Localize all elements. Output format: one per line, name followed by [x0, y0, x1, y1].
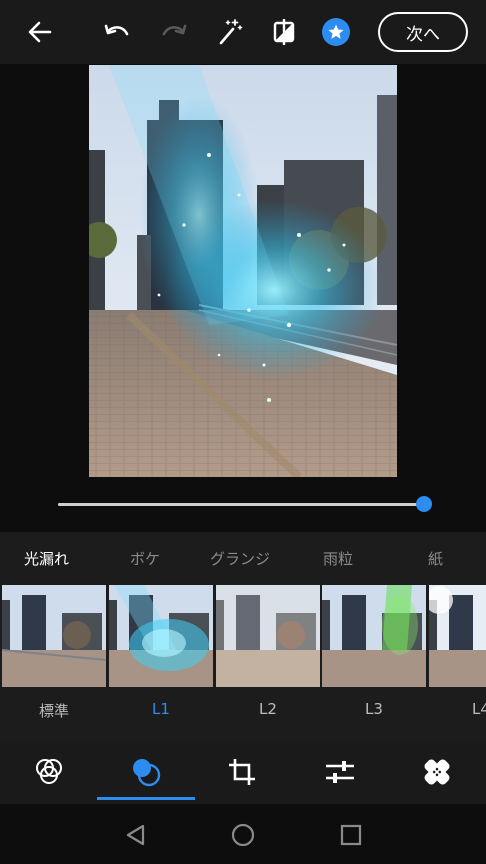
undo-icon — [104, 24, 129, 36]
overlay-category-tabs: 光漏れ ボケ グランジ 雨粒 紙 — [0, 532, 486, 584]
adjust-sliders-icon — [326, 761, 354, 783]
filter-thumb-l4[interactable] — [429, 585, 486, 687]
healing-icon — [424, 759, 450, 785]
undo-button[interactable] — [101, 16, 133, 48]
filter-label-l4: L4 — [472, 700, 486, 718]
compare-button[interactable] — [268, 16, 300, 48]
magic-wand-icon — [219, 19, 243, 45]
premium-button[interactable] — [320, 16, 352, 48]
redo-icon — [162, 24, 187, 36]
filter-thumb-l2[interactable] — [216, 585, 320, 687]
tab-light-leak[interactable]: 光漏れ — [24, 548, 69, 569]
auto-fix-button[interactable] — [214, 16, 246, 48]
photo-canvas[interactable] — [0, 64, 486, 478]
tool-crop-button[interactable] — [224, 754, 260, 790]
slider-handle[interactable] — [416, 496, 432, 512]
tab-paper[interactable]: 紙 — [428, 548, 443, 569]
back-button[interactable] — [24, 16, 56, 48]
top-toolbar: 次へ — [0, 0, 486, 64]
system-back-button[interactable] — [122, 822, 148, 848]
slider-track[interactable] — [58, 503, 424, 506]
active-tool-indicator — [97, 797, 195, 800]
filter-thumb-standard[interactable] — [2, 585, 106, 687]
tool-healing-button[interactable] — [419, 754, 455, 790]
triangle-back-icon — [126, 824, 145, 846]
tool-color-button[interactable] — [31, 754, 67, 790]
filter-strip: 標準 L1 L2 L3 L4 — [0, 584, 486, 740]
tool-overlay-button[interactable] — [128, 754, 164, 790]
tab-grunge[interactable]: グランジ — [210, 548, 270, 569]
color-circles-icon — [36, 759, 62, 784]
star-icon — [322, 18, 350, 46]
crop-icon — [229, 759, 255, 785]
system-home-button[interactable] — [230, 822, 256, 848]
filter-label-l3: L3 — [365, 700, 383, 718]
compare-icon — [273, 19, 295, 45]
filter-thumb-l1[interactable] — [109, 585, 213, 687]
slider-fill — [58, 503, 424, 506]
square-recents-icon — [340, 824, 362, 846]
filter-thumb-l3[interactable] — [322, 585, 426, 687]
edit-tool-bar — [0, 740, 486, 804]
circle-home-icon — [231, 823, 255, 847]
tab-raindrops[interactable]: 雨粒 — [323, 548, 353, 569]
filter-label-standard: 標準 — [38, 702, 69, 720]
redo-button[interactable] — [158, 16, 190, 48]
photo-preview — [89, 65, 397, 477]
intensity-slider[interactable] — [0, 478, 486, 532]
system-recents-button[interactable] — [338, 822, 364, 848]
system-navigation-bar — [0, 804, 486, 864]
overlay-icon — [133, 759, 161, 787]
next-button[interactable]: 次へ — [378, 12, 468, 52]
tool-adjust-button[interactable] — [322, 754, 358, 790]
arrow-left-icon — [28, 21, 52, 43]
filter-label-l1: L1 — [152, 700, 170, 718]
tab-bokeh[interactable]: ボケ — [130, 548, 160, 569]
filter-label-l2: L2 — [259, 700, 277, 718]
